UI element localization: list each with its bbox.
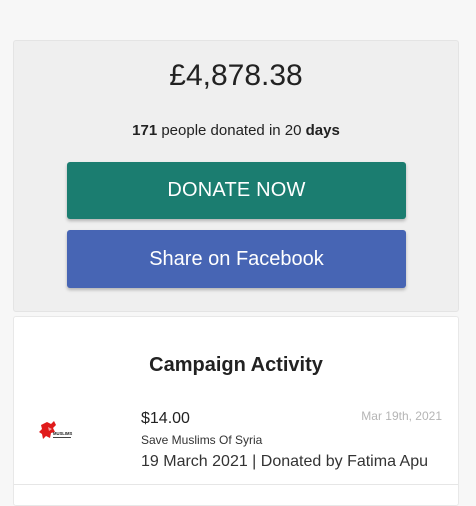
donation-summary: 171 people donated in 20 days — [14, 122, 458, 139]
divider — [14, 484, 458, 485]
donation-date: Mar 19th, 2021 — [361, 409, 442, 423]
logo-wordmark: MUSLIMS — [53, 431, 73, 436]
campaign-name: Save Muslims Of Syria — [141, 433, 263, 447]
donation-amount: $14.00 — [141, 410, 190, 427]
donate-now-button[interactable]: DONATE NOW — [67, 162, 406, 219]
amount-raised: £4,878.38 — [169, 59, 303, 92]
campaign-logo-icon: MUSLIMS — [39, 421, 73, 439]
donation-meta: 19 March 2021 | Donated by Fatima Apu — [141, 453, 428, 470]
summary-text: people donated in 20 — [157, 122, 306, 139]
activity-title: Campaign Activity — [149, 354, 323, 376]
donor-count: 171 — [132, 122, 158, 139]
campaign-activity-card: Campaign Activity MUSLIMS $14.00 Mar 19t… — [13, 316, 459, 506]
donation-summary-card: £4,878.38 171 people donated in 20 days … — [13, 40, 459, 312]
days-label: days — [305, 122, 340, 139]
share-facebook-button[interactable]: Share on Facebook — [67, 230, 406, 288]
